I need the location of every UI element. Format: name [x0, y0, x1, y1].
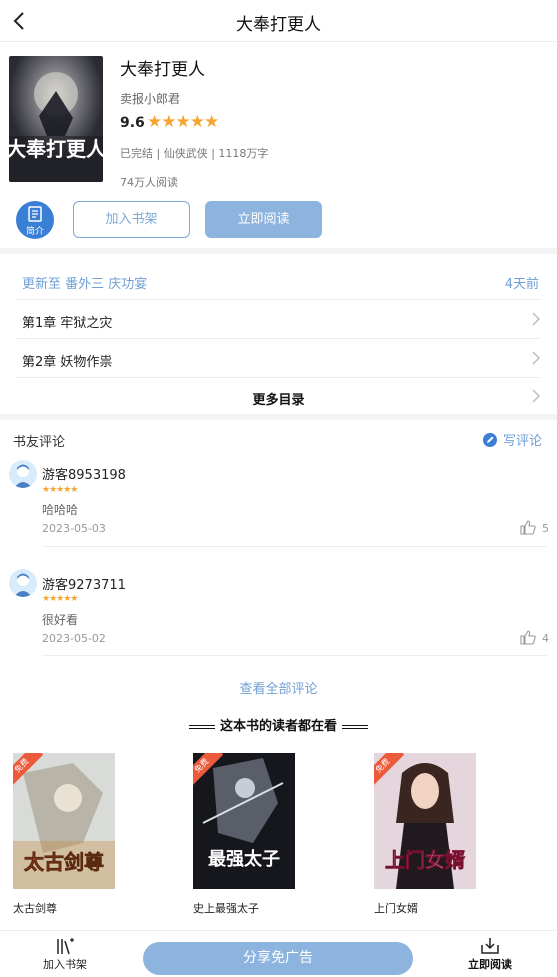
share-remove-ads-button[interactable]: 分享免广告: [143, 942, 413, 975]
recommended-book-title[interactable]: 史上最强太子: [193, 900, 259, 916]
recommended-book-cover[interactable]: 上门女婿 免费: [374, 753, 476, 889]
also-read-title: 这本书的读者都在看: [219, 719, 337, 734]
pencil-icon: [483, 433, 497, 447]
bottom-read-now-button[interactable]: 立即阅读: [465, 937, 515, 972]
page-title: 大奉打更人: [236, 15, 321, 35]
intro-button[interactable]: 简介: [16, 201, 54, 239]
rating-stars-icon: ★★★★★: [147, 112, 219, 132]
recommended-book-title[interactable]: 上门女婿: [374, 900, 418, 916]
also-read-heading: 这本书的读者都在看: [0, 715, 557, 734]
chevron-right-icon: [532, 389, 540, 403]
review-username: 游客8953198: [42, 468, 126, 483]
book-cover: 大奉打更人: [9, 56, 103, 182]
reader-count: 74万人阅读: [120, 176, 178, 189]
bookshelf-icon: [57, 938, 74, 955]
book-score: 9.6: [120, 115, 145, 131]
chapter-label: 第2章 妖物作祟: [22, 355, 113, 370]
like-count: 5: [542, 522, 549, 535]
review-date: 2023-05-03: [42, 522, 106, 535]
update-time: 4天前: [504, 277, 539, 292]
divider: [42, 546, 547, 547]
review-text: 很好看: [42, 613, 79, 627]
bottom-add-shelf-button[interactable]: 加入书架: [40, 937, 90, 972]
chapter-row[interactable]: 第2章 妖物作祟: [0, 339, 557, 378]
write-review-label: 写评论: [503, 434, 543, 449]
thumbs-up-icon: [520, 520, 536, 535]
avatar: [9, 460, 37, 488]
bottom-shelf-label: 加入书架: [43, 958, 87, 971]
chevron-right-icon: [532, 351, 540, 365]
book-title: 大奉打更人: [120, 60, 205, 80]
reviews-title: 书友评论: [13, 435, 66, 450]
review-stars-icon: ★★★★★: [42, 485, 78, 495]
cover-title-text: 最强太子: [208, 848, 280, 870]
section-divider: [0, 248, 557, 254]
recommended-book-cover[interactable]: 太古剑尊 免费: [13, 753, 115, 889]
chevron-right-icon: [532, 312, 540, 326]
top-bar: 大奉打更人: [0, 0, 557, 42]
cover-title-text: 大奉打更人: [9, 137, 103, 161]
review-date: 2023-05-02: [42, 632, 106, 645]
document-icon: [28, 206, 42, 222]
section-divider: [0, 414, 557, 420]
avatar: [9, 569, 37, 597]
review-text: 哈哈哈: [42, 503, 79, 517]
book-meta: 已完结 | 仙侠武侠 | 1118万字: [120, 147, 269, 160]
cover-title-text: 太古剑尊: [24, 850, 104, 874]
recommended-book-title[interactable]: 太古剑尊: [13, 900, 57, 916]
decor-line: [342, 724, 368, 729]
book-author[interactable]: 卖报小郎君: [120, 90, 180, 107]
divider: [42, 655, 547, 656]
chapter-label: 第1章 牢狱之灾: [22, 316, 113, 331]
write-review-button[interactable]: 写评论: [483, 430, 542, 449]
bottom-read-label: 立即阅读: [468, 958, 512, 971]
add-to-shelf-button[interactable]: 加入书架: [73, 201, 190, 238]
intro-label: 简介: [25, 227, 44, 237]
chapter-row[interactable]: 第1章 牢狱之灾: [0, 300, 557, 339]
divider: [16, 377, 541, 378]
like-button[interactable]: 4: [520, 630, 549, 645]
review-username: 游客9273711: [42, 578, 126, 593]
like-count: 4: [542, 632, 549, 645]
download-icon: [481, 938, 499, 954]
bottom-action-bar: 加入书架 分享免广告 立即阅读: [0, 930, 557, 977]
view-all-reviews-link[interactable]: 查看全部评论: [0, 678, 557, 697]
read-now-button[interactable]: 立即阅读: [205, 201, 322, 238]
recommended-book-cover[interactable]: 最强太子 免费: [193, 753, 295, 889]
review-stars-icon: ★★★★★: [42, 594, 78, 604]
cover-title-text: 上门女婿: [385, 848, 465, 872]
more-chapters-link[interactable]: 更多目录: [0, 389, 557, 408]
decor-line: [188, 724, 215, 729]
latest-update[interactable]: 更新至 番外三 庆功宴: [22, 273, 147, 292]
thumbs-up-icon: [520, 630, 536, 645]
like-button[interactable]: 5: [520, 520, 549, 535]
